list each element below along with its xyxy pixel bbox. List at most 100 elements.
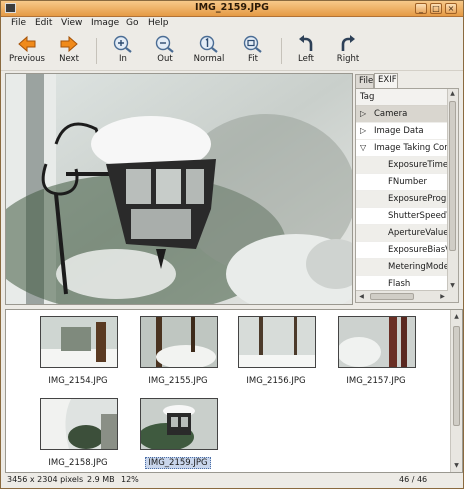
thumbnail-item[interactable]: IMG_2157.JPG xyxy=(326,316,416,394)
expander-expanded-icon[interactable]: ▽ xyxy=(360,140,366,156)
thumbnails-vertical-scrollbar[interactable]: ▲ ▼ xyxy=(450,310,462,472)
zoom-in-icon xyxy=(113,35,132,53)
scrollbar-thumb[interactable] xyxy=(449,101,456,251)
status-file-size: 2.9 MB xyxy=(87,475,115,484)
tab-file[interactable]: File xyxy=(355,74,374,88)
zoom-fit-icon xyxy=(243,35,262,53)
menu-edit[interactable]: Edit xyxy=(35,18,52,28)
zoom-normal-button[interactable]: Normal xyxy=(189,35,229,69)
exif-item[interactable]: MeteringMode xyxy=(356,259,458,276)
arrow-left-icon xyxy=(18,35,36,53)
status-zoom: 12% xyxy=(121,475,139,484)
exif-item-label: FNumber xyxy=(388,177,428,187)
scrollbar-thumb[interactable] xyxy=(370,293,414,300)
menu-help[interactable]: Help xyxy=(148,18,169,28)
thumbnail-image[interactable] xyxy=(40,398,118,450)
rotate-right-label: Right xyxy=(336,54,360,64)
thumbnail-caption: IMG_2156.JPG xyxy=(246,376,306,386)
exif-item[interactable]: ExposureProgram xyxy=(356,191,458,208)
zoom-in-button[interactable]: In xyxy=(103,35,143,69)
exif-item[interactable]: FNumber xyxy=(356,174,458,191)
exif-item[interactable]: ExposureTime xyxy=(356,157,458,174)
lantern-photo xyxy=(6,74,352,304)
exif-group-camera[interactable]: ▷ Camera xyxy=(356,106,458,123)
zoom-fit-button[interactable]: Fit xyxy=(233,35,273,69)
exif-item-label: ApertureValue xyxy=(388,228,449,238)
scroll-down-icon[interactable]: ▼ xyxy=(452,461,461,470)
scroll-right-icon[interactable]: ▶ xyxy=(438,292,447,301)
close-button[interactable]: × xyxy=(445,3,457,14)
exif-group-label: Image Taking Conditions xyxy=(374,143,458,153)
exif-item[interactable]: ShutterSpeedValue xyxy=(356,208,458,225)
rotate-right-icon xyxy=(341,35,355,51)
previous-button[interactable]: Previous xyxy=(7,35,47,69)
exif-group-image-data[interactable]: ▷ Image Data xyxy=(356,123,458,140)
exif-item-label: ExposureTime xyxy=(388,160,449,170)
status-position: 46 / 46 xyxy=(399,475,428,484)
scroll-down-icon[interactable]: ▼ xyxy=(448,281,457,290)
image-viewer[interactable] xyxy=(5,73,353,305)
arrow-right-icon xyxy=(60,35,78,53)
exif-horizontal-scrollbar[interactable]: ◀ ▶ xyxy=(356,290,448,302)
toolbar: Previous Next In Out Normal Fit Left Rig… xyxy=(1,32,463,71)
zoom-out-button[interactable]: Out xyxy=(145,35,185,69)
scrollbar-thumb[interactable] xyxy=(453,326,460,426)
zoom-original-icon xyxy=(199,35,218,53)
tab-exif[interactable]: EXIF xyxy=(374,73,398,89)
expander-collapsed-icon[interactable]: ▷ xyxy=(360,123,366,139)
thumbnail-image[interactable] xyxy=(338,316,416,368)
thumbnail-image[interactable] xyxy=(140,316,218,368)
scroll-up-icon[interactable]: ▲ xyxy=(452,312,461,321)
app-window: IMG_2159.JPG _ □ × File Edit View Image … xyxy=(0,0,464,489)
minimize-button[interactable]: _ xyxy=(415,3,427,14)
exif-item[interactable]: ExposureBiasValue xyxy=(356,242,458,259)
zoom-out-label: Out xyxy=(157,54,173,64)
zoom-normal-label: Normal xyxy=(193,54,225,64)
rotate-left-button[interactable]: Left xyxy=(286,35,326,69)
exif-group-label: Camera xyxy=(374,109,408,119)
next-label: Next xyxy=(59,54,79,64)
thumbnail-image[interactable] xyxy=(238,316,316,368)
rotate-left-label: Left xyxy=(298,54,314,64)
expander-collapsed-icon[interactable]: ▷ xyxy=(360,106,366,122)
scroll-up-icon[interactable]: ▲ xyxy=(448,89,457,98)
exif-group-image-taking-conditions[interactable]: ▽ Image Taking Conditions xyxy=(356,140,458,157)
rotate-left-icon xyxy=(299,35,313,51)
toolbar-separator xyxy=(281,38,282,64)
exif-vertical-scrollbar[interactable]: ▲ ▼ xyxy=(447,89,458,302)
thumbnail-caption: IMG_2154.JPG xyxy=(48,376,108,386)
zoom-out-icon xyxy=(155,35,174,53)
thumbnail-caption-selected: IMG_2159.JPG xyxy=(128,457,228,469)
zoom-fit-label: Fit xyxy=(248,54,258,64)
maximize-button[interactable]: □ xyxy=(430,3,442,14)
title-bar: IMG_2159.JPG _ □ × xyxy=(1,1,463,17)
previous-label: Previous xyxy=(9,54,45,64)
status-bar: 3456 x 2304 pixels 2.9 MB 12% 46 / 46 xyxy=(1,472,463,488)
thumbnail-browser[interactable]: IMG_2154.JPG IMG_2155.JPG IMG_2156.JPG I… xyxy=(5,309,463,473)
menu-go[interactable]: Go xyxy=(126,18,138,28)
exif-item[interactable]: ApertureValue xyxy=(356,225,458,242)
menu-file[interactable]: File xyxy=(11,18,26,28)
thumbnail-image[interactable] xyxy=(40,316,118,368)
toolbar-separator xyxy=(96,38,97,64)
menu-image[interactable]: Image xyxy=(91,18,119,28)
thumbnail-caption: IMG_2155.JPG xyxy=(148,376,208,386)
exif-group-label: Image Data xyxy=(374,126,424,136)
thumbnail-caption: IMG_2157.JPG xyxy=(346,376,406,386)
exif-tree[interactable]: Tag ▷ Camera ▷ Image Data ▽ Image Taking… xyxy=(355,88,459,303)
rotate-right-button[interactable]: Right xyxy=(328,35,368,69)
column-header-tag[interactable]: Tag xyxy=(356,89,458,106)
exif-item-label: MeteringMode xyxy=(388,262,449,272)
thumbnail-item[interactable]: IMG_2154.JPG xyxy=(28,316,118,394)
thumbnail-item[interactable]: IMG_2156.JPG xyxy=(226,316,316,394)
properties-panel: File EXIF Tag ▷ Camera ▷ Image Data ▽ Im… xyxy=(355,73,459,303)
thumbnail-item[interactable]: IMG_2158.JPG xyxy=(28,398,118,472)
thumbnail-image[interactable] xyxy=(140,398,218,450)
next-button[interactable]: Next xyxy=(49,35,89,69)
menu-view[interactable]: View xyxy=(61,18,82,28)
thumbnail-item-selected[interactable]: IMG_2159.JPG xyxy=(128,398,218,472)
window-title: IMG_2159.JPG xyxy=(195,2,269,13)
scroll-left-icon[interactable]: ◀ xyxy=(357,292,366,301)
thumbnail-caption: IMG_2158.JPG xyxy=(48,458,108,468)
thumbnail-item[interactable]: IMG_2155.JPG xyxy=(128,316,218,394)
